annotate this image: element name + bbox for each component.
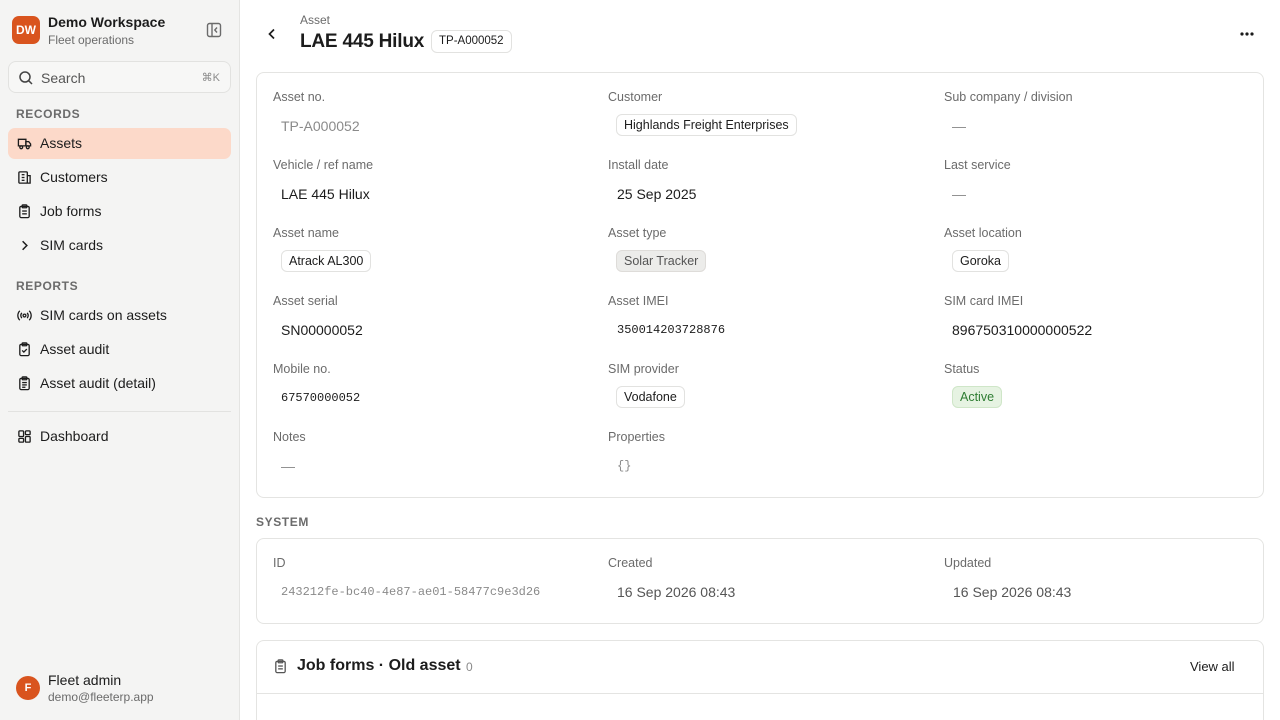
- search-label: Search: [41, 70, 86, 86]
- job-forms-card: [256, 640, 1264, 720]
- value-vehicle: LAE 445 Hilux: [281, 186, 370, 202]
- sidebar-item-label: Assets: [40, 135, 83, 151]
- field-label-created: Created: [608, 556, 653, 570]
- field-label-asset-serial: Asset serial: [273, 294, 338, 308]
- search-shortcut: ⌘K: [201, 72, 220, 84]
- value-sub-company: —: [952, 118, 966, 134]
- user-menu[interactable]: F Fleet admin demo@fleeterp.app: [16, 671, 226, 707]
- field-label-vehicle: Vehicle / ref name: [273, 158, 374, 172]
- chevron-right-icon: [17, 238, 32, 253]
- field-label-mobile-no: Mobile no.: [273, 362, 331, 376]
- truck-icon: [17, 136, 32, 151]
- value-properties: {}: [617, 459, 632, 473]
- more-options-icon[interactable]: [1236, 24, 1258, 42]
- value-install-date: 25 Sep 2025: [617, 186, 697, 202]
- page-title: LAE 445 Hilux: [300, 31, 425, 52]
- breadcrumb: Asset: [300, 13, 331, 27]
- field-label-properties: Properties: [608, 430, 665, 444]
- workspace-switcher[interactable]: DW Demo Workspace Fleet operations: [12, 14, 228, 48]
- sidebar-item-label: Customers: [40, 169, 108, 185]
- value-mobile-no: 67570000052: [281, 391, 361, 405]
- clipboard-icon: [17, 204, 32, 219]
- sim-provider-chip: Vodafone: [616, 386, 685, 408]
- search-button[interactable]: Search ⌘K: [8, 61, 231, 93]
- dashboard-icon: [17, 429, 32, 444]
- field-label-asset-imei: Asset IMEI: [608, 294, 669, 308]
- user-email: demo@fleeterp.app: [48, 690, 154, 704]
- field-label-sub-company: Sub company / division: [944, 90, 1073, 104]
- asset-location-chip: Goroka: [952, 250, 1009, 272]
- clipboard-check-icon: [17, 342, 32, 357]
- job-forms-divider: [256, 693, 1264, 694]
- customer-link[interactable]: Highlands Freight Enterprises: [616, 114, 797, 136]
- sidebar: DW Demo Workspace Fleet operations Searc…: [0, 0, 240, 720]
- avatar: F: [16, 676, 40, 700]
- section-reports-heading: REPORTS: [16, 279, 79, 293]
- field-label-install-date: Install date: [608, 158, 669, 172]
- value-last-service: —: [952, 186, 966, 202]
- field-label-last-service: Last service: [944, 158, 1011, 172]
- field-label-asset-name: Asset name: [273, 226, 340, 240]
- value-asset-imei: 350014203728876: [617, 323, 726, 337]
- sidebar-item-job-forms[interactable]: Job forms: [8, 196, 231, 227]
- value-id: 243212fe-bc40-4e87-ae01-58477c9e3d26: [281, 585, 541, 599]
- workspace-subtitle: Fleet operations: [48, 33, 135, 47]
- field-label-customer: Customer: [608, 90, 663, 104]
- sidebar-item-label: SIM cards: [40, 237, 104, 253]
- field-label-asset-type: Asset type: [608, 226, 667, 240]
- field-label-updated: Updated: [944, 556, 992, 570]
- value-asset-no: TP-A000052: [281, 118, 360, 134]
- field-label-id: ID: [273, 556, 286, 570]
- sidebar-item-assets[interactable]: Assets: [8, 128, 231, 159]
- building-icon: [17, 170, 32, 185]
- field-label-notes: Notes: [273, 430, 306, 444]
- sidebar-item-dashboard[interactable]: Dashboard: [8, 421, 231, 452]
- value-sim-imei: 896750310000000522: [952, 322, 1093, 338]
- system-card: [256, 538, 1264, 624]
- section-records-heading: RECORDS: [16, 107, 81, 121]
- asset-code-badge: TP-A000052: [431, 30, 512, 53]
- field-label-status: Status: [944, 362, 980, 376]
- sidebar-item-customers[interactable]: Customers: [8, 162, 231, 193]
- clipboard-list-icon: [17, 376, 32, 391]
- job-forms-count: 0: [466, 660, 473, 674]
- sidebar-item-label: SIM cards on assets: [40, 307, 167, 323]
- sidebar-item-label: Asset audit: [40, 341, 110, 357]
- value-created: 16 Sep 2026 08:43: [617, 584, 736, 600]
- sidebar-item-asset-audit-detail[interactable]: Asset audit (detail): [8, 368, 231, 399]
- field-label-sim-provider: SIM provider: [608, 362, 679, 376]
- value-asset-serial: SN00000052: [281, 322, 363, 338]
- sidebar-divider: [8, 411, 231, 412]
- sidebar-item-asset-audit[interactable]: Asset audit: [8, 334, 231, 365]
- field-label-asset-no: Asset no.: [273, 90, 326, 104]
- asset-name-chip: Atrack AL300: [281, 250, 372, 272]
- sidebar-item-sim-cards-on-assets[interactable]: SIM cards on assets: [8, 300, 231, 331]
- user-name: Fleet admin: [48, 672, 122, 688]
- back-button[interactable]: [263, 25, 281, 43]
- value-notes: —: [281, 458, 295, 474]
- sidebar-item-sim-cards[interactable]: SIM cards: [8, 230, 231, 261]
- sidebar-item-label: Job forms: [40, 203, 102, 219]
- sidebar-item-label: Asset audit (detail): [40, 375, 156, 391]
- asset-type-badge: Solar Tracker: [616, 250, 707, 272]
- field-label-sim-imei: SIM card IMEI: [944, 294, 1024, 308]
- radio-signal-icon: [17, 308, 32, 323]
- sidebar-item-label: Dashboard: [40, 428, 109, 444]
- field-label-asset-location: Asset location: [944, 226, 1022, 240]
- clipboard-icon: [273, 659, 288, 674]
- search-icon: [18, 70, 34, 86]
- job-forms-title: Job forms · Old asset: [297, 657, 461, 674]
- view-all-button[interactable]: View all: [1178, 656, 1247, 678]
- system-heading: SYSTEM: [256, 515, 309, 529]
- value-updated: 16 Sep 2026 08:43: [953, 584, 1072, 600]
- workspace-avatar: DW: [12, 16, 40, 44]
- sidebar-collapse-icon[interactable]: [205, 21, 223, 39]
- workspace-name: Demo Workspace: [48, 14, 166, 30]
- status-badge: Active: [952, 386, 1003, 408]
